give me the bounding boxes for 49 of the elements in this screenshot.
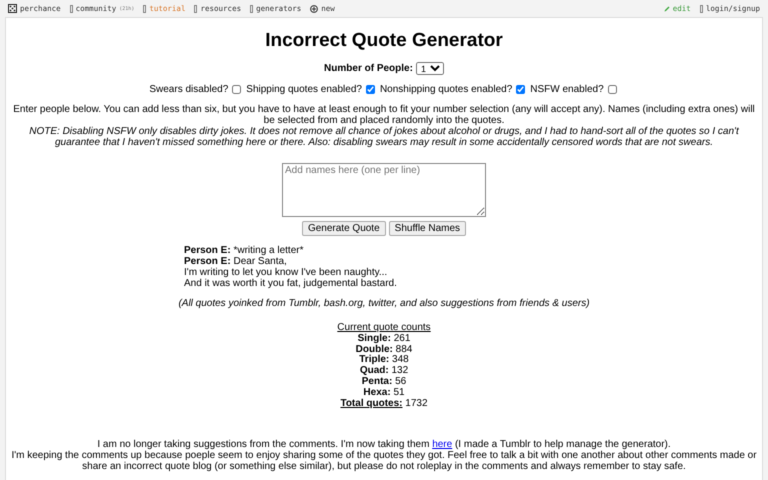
checkbox-label: Swears disabled? (149, 84, 228, 95)
pencil-icon (664, 6, 670, 12)
checkbox-label: Nonshipping quotes enabled? (380, 84, 512, 95)
checkbox[interactable] (608, 85, 617, 94)
missing-glyph-icon (143, 4, 146, 12)
quote-line: And it was worth it you fat, judgemental bastard. (184, 278, 397, 289)
missing-glyph-icon (194, 4, 198, 12)
plus-circle-icon (310, 4, 318, 12)
action-button[interactable]: Generate Quote (302, 221, 386, 236)
field-label: Number of People: (324, 63, 413, 74)
counts-heading: Current quote counts (337, 323, 431, 334)
count-label: Quad: (360, 365, 389, 376)
count-label: Penta: (362, 376, 392, 387)
speaker-name: Person E: (184, 245, 231, 256)
count-label: Hexa: (363, 386, 391, 398)
checkbox-label: Shipping quotes enabled? (246, 84, 362, 95)
count-label: Double: (356, 344, 393, 355)
checkbox[interactable] (366, 85, 375, 94)
here-link[interactable]: here (432, 439, 452, 450)
action-button[interactable]: Shuffle Names (388, 221, 466, 236)
count-value: 51 (393, 386, 405, 398)
count-value: 348 (392, 354, 409, 366)
missing-glyph-icon (250, 4, 254, 12)
checkbox[interactable] (232, 85, 242, 94)
count-value: 56 (395, 376, 406, 387)
checkbox[interactable] (516, 85, 526, 94)
dice-icon (8, 4, 17, 13)
quote-line: Dear Santa, (233, 256, 287, 267)
checkbox-label: NSFW enabled? (530, 84, 604, 95)
missing-glyph-icon (700, 4, 703, 12)
count-value: 1732 (405, 398, 428, 409)
missing-glyph-icon (70, 4, 73, 12)
note: NOTE: Disabling NSFW only disables dirty jokes. It does not remove all chance of jokes about alcohol or drugs, and I had to hand-sort all of the quotes so I can't guarantee that I haven't missed something here or there. Also: disabling swears may result in some accidentally censored words that are not swears. (28, 126, 740, 148)
quote-line: I'm writing to let you know I've been naughty... (184, 267, 388, 278)
count-value: 132 (391, 365, 408, 376)
count-label: Single: (358, 332, 391, 344)
names-field[interactable]: Add names here (one per line) (282, 163, 486, 217)
quote-line: *writing a letter* (233, 245, 304, 256)
count-value: 261 (394, 332, 410, 344)
credits: (All quotes yoinked from Tumblr, bash.org, twitter, and also suggestions from friends & users) (178, 298, 590, 309)
people-dropdown[interactable]: 1 (416, 62, 444, 75)
speaker-name: Person E: (184, 256, 231, 267)
count-label: Total quotes: (340, 398, 402, 409)
count-label: Triple: (359, 354, 390, 366)
notice: I am no longer taking suggestions from the comments. I'm now taking them here (I made a Tumblr to help manage the generator). (96, 439, 672, 450)
count-value: 884 (396, 344, 412, 355)
comments-notice: I'm keeping the comments up because poeple seem to enjoy sharing some of the quotes they got. Feel free to talk a bit with one another about other comments made or share an incorrect quote blog (or something else similar), but please do not roleplay in the comments and always remember to stay safe. (10, 450, 758, 472)
instructions: Enter people below. You can add less than six, but you have to have at least enough to fit your number selection (any will accept any). Names (including extra ones) will be selected from and placed randomly into the quotes. (12, 104, 756, 126)
page-title: Incorrect Quote Generator (265, 30, 503, 52)
